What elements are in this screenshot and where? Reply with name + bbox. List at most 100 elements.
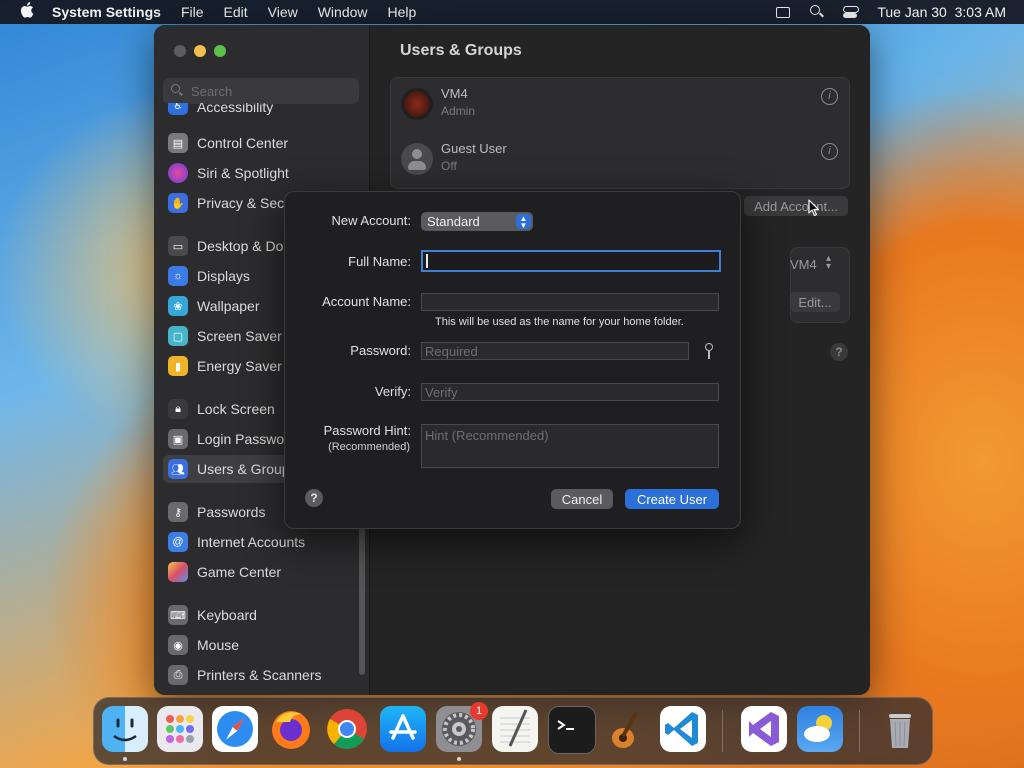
running-indicator xyxy=(123,757,127,761)
control-center-icon: ▤ xyxy=(168,133,188,153)
avatar xyxy=(401,88,433,120)
finder-icon[interactable] xyxy=(102,706,148,752)
chrome-icon[interactable] xyxy=(324,706,370,752)
password-placeholder: Required xyxy=(425,343,478,359)
info-icon[interactable]: i xyxy=(821,143,838,160)
sidebar-item-energy-saver[interactable]: ▮ Energy Saver xyxy=(168,355,282,377)
users-list: VM4 Admin i Guest User Off i xyxy=(390,77,850,189)
notification-badge: 1 xyxy=(470,702,488,720)
menu-file[interactable]: File xyxy=(181,4,204,20)
vscode-icon[interactable] xyxy=(660,706,706,752)
minimize-window-button[interactable] xyxy=(194,45,206,57)
safari-icon[interactable] xyxy=(212,706,258,752)
trash-icon[interactable] xyxy=(877,706,923,752)
firefox-icon[interactable] xyxy=(268,706,314,752)
sidebar-item-internet-accounts[interactable]: @ Internet Accounts xyxy=(168,531,305,553)
dock-separator xyxy=(859,710,860,752)
menu-app-name[interactable]: System Settings xyxy=(52,4,161,20)
new-account-dialog: New Account: Standard ▲ ▼ Full Name: Acco… xyxy=(284,191,741,529)
user-row-guest[interactable]: Guest User Off i xyxy=(401,141,841,181)
password-label: Password: xyxy=(350,343,411,358)
create-user-button[interactable]: Create User xyxy=(625,489,719,509)
sidebar-scrollbar[interactable] xyxy=(359,525,365,675)
verify-placeholder: Verify xyxy=(425,384,458,400)
sidebar-item-label: Screen Saver xyxy=(197,328,282,344)
verify-field[interactable]: Verify xyxy=(421,383,719,401)
sidebar-item-mouse[interactable]: ◉ Mouse xyxy=(168,634,239,656)
sidebar-search-input[interactable]: Search xyxy=(163,78,359,104)
sidebar-item-screen-saver[interactable]: ▢ Screen Saver xyxy=(168,325,282,347)
edit-button[interactable]: Edit... xyxy=(790,292,840,312)
sidebar-item-siri-spotlight[interactable]: Siri & Spotlight xyxy=(168,162,289,184)
dock-separator xyxy=(722,710,723,752)
sidebar-item-wallpaper[interactable]: ❀ Wallpaper xyxy=(168,295,260,317)
full-name-field[interactable] xyxy=(421,250,721,272)
sidebar-item-passwords[interactable]: ⚷ Passwords xyxy=(168,501,265,523)
screen-mirroring-icon[interactable] xyxy=(775,5,791,19)
menu-window[interactable]: Window xyxy=(318,4,368,20)
sidebar-item-label: Passwords xyxy=(197,504,266,520)
energy-saver-icon: ▮ xyxy=(168,356,188,376)
siri-icon xyxy=(168,163,188,183)
sidebar-item-label: Wallpaper xyxy=(197,298,260,314)
user-name: VM4 xyxy=(441,86,468,101)
account-type-value: Standard xyxy=(427,214,480,229)
screen-saver-icon: ▢ xyxy=(168,326,188,346)
sidebar-item-desktop-dock[interactable]: ▭ Desktop & Dock xyxy=(168,235,297,257)
sidebar-item-login-password[interactable]: ▣ Login Password xyxy=(168,428,297,450)
terminal-icon[interactable] xyxy=(548,706,596,754)
sidebar-item-label: Internet Accounts xyxy=(197,534,306,550)
launchpad-icon[interactable] xyxy=(157,706,203,752)
automatic-login-select[interactable]: VM4 xyxy=(790,257,817,272)
displays-icon: ☼ xyxy=(168,266,188,286)
sidebar-item-control-center[interactable]: ▤ Control Center xyxy=(168,132,288,154)
help-button[interactable]: ? xyxy=(305,489,323,507)
sidebar-item-lock-screen[interactable]: 🔒︎ Lock Screen xyxy=(168,398,275,420)
text-caret xyxy=(426,254,428,268)
spotlight-search-icon[interactable] xyxy=(809,5,825,19)
app-store-icon[interactable] xyxy=(380,706,426,752)
sidebar-item-label: Login Password xyxy=(197,431,297,447)
help-button[interactable]: ? xyxy=(830,343,848,361)
close-window-button[interactable] xyxy=(174,45,186,57)
menu-view[interactable]: View xyxy=(268,4,298,20)
window-controls xyxy=(174,45,226,57)
password-assistant-key-icon[interactable] xyxy=(704,343,714,359)
avatar xyxy=(401,143,433,175)
sidebar-item-displays[interactable]: ☼ Displays xyxy=(168,265,250,287)
account-type-select[interactable]: Standard ▲ ▼ xyxy=(421,212,533,231)
search-icon xyxy=(171,84,185,98)
login-password-icon: ▣ xyxy=(168,429,188,449)
zoom-window-button[interactable] xyxy=(214,45,226,57)
password-hint-sublabel: (Recommended) xyxy=(328,441,410,453)
control-center-icon[interactable] xyxy=(843,5,860,19)
password-hint-label: Password Hint: xyxy=(323,423,411,438)
sidebar-item-label: Mouse xyxy=(197,637,240,653)
user-row-vm4[interactable]: VM4 Admin i xyxy=(401,86,841,126)
add-account-button[interactable]: Add Account... xyxy=(744,196,848,216)
info-icon[interactable]: i xyxy=(821,88,838,105)
sidebar-item-keyboard[interactable]: ⌨ Keyboard xyxy=(168,604,257,626)
menubar-clock[interactable]: Tue Jan 30 3:03 AM xyxy=(877,4,1006,20)
menu-help[interactable]: Help xyxy=(388,4,417,20)
garageband-icon[interactable] xyxy=(604,706,650,752)
accessibility-icon: ♿ xyxy=(168,103,188,115)
lock-icon: 🔒︎ xyxy=(168,399,188,419)
printer-icon: ⎙ xyxy=(168,665,188,685)
apple-menu-icon[interactable] xyxy=(18,2,36,22)
textedit-icon[interactable] xyxy=(492,706,538,752)
sidebar-item-accessibility[interactable]: ♿ Accessibility xyxy=(168,103,273,115)
password-hint-field[interactable]: Hint (Recommended) xyxy=(421,424,719,468)
cancel-button[interactable]: Cancel xyxy=(551,489,613,509)
desktop-dock-icon: ▭ xyxy=(168,236,188,256)
password-field[interactable]: Required xyxy=(421,342,689,360)
weather-icon[interactable] xyxy=(797,706,843,752)
account-name-field[interactable] xyxy=(421,293,719,311)
user-role: Admin xyxy=(441,104,476,118)
visual-studio-icon[interactable] xyxy=(741,706,787,752)
menu-edit[interactable]: Edit xyxy=(224,4,248,20)
sidebar-item-game-center[interactable]: Game Center xyxy=(168,561,281,583)
sidebar-item-printers-scanners[interactable]: ⎙ Printers & Scanners xyxy=(168,664,322,686)
dock: 1 xyxy=(93,697,933,765)
sidebar-item-label: Siri & Spotlight xyxy=(197,165,289,181)
